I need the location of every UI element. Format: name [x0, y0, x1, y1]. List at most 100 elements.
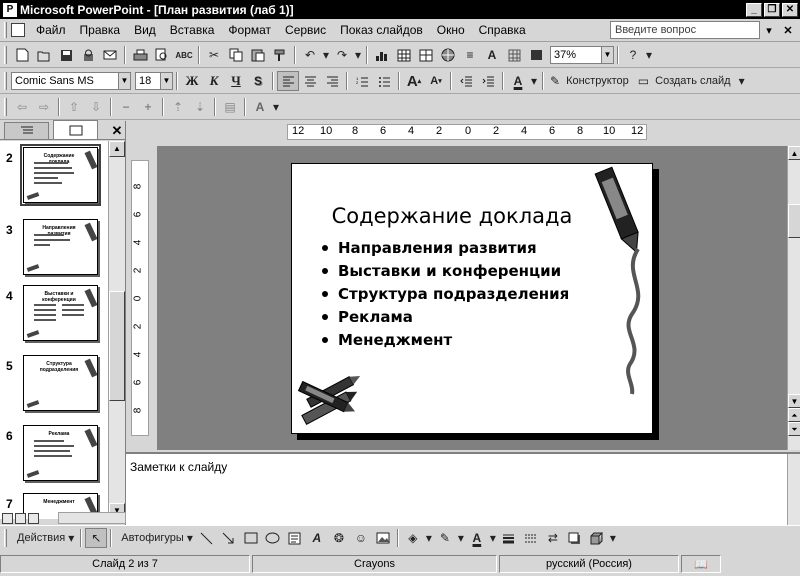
toolbar-grip[interactable] — [4, 98, 7, 116]
help-search-input[interactable]: Введите вопрос — [610, 21, 760, 39]
chevron-down-icon[interactable]: ▾ — [737, 71, 747, 91]
horizontal-scrollbar[interactable] — [58, 512, 126, 524]
color-grayscale-icon[interactable] — [525, 45, 547, 65]
font-color-icon[interactable]: A — [507, 71, 529, 91]
menu-slideshow[interactable]: Показ слайдов — [333, 23, 430, 37]
textbox-icon[interactable] — [284, 528, 306, 548]
slide-bullet-list[interactable]: Направления развития Выставки и конферен… — [322, 236, 569, 351]
wordart-icon[interactable]: A — [306, 528, 328, 548]
slide-scrollbar[interactable]: ▲ ▼ ⏶ ⏷ — [787, 146, 800, 450]
next-slide-icon[interactable]: ⏷ — [788, 422, 800, 436]
chevron-down-icon[interactable]: ▾ — [321, 45, 331, 65]
slide-sorter-view-icon[interactable] — [15, 512, 26, 524]
bullet-item[interactable]: Структура подразделения — [322, 282, 569, 305]
permission-icon[interactable] — [77, 45, 99, 65]
scroll-up-icon[interactable]: ▲ — [788, 146, 800, 160]
design-button[interactable]: ✎ Конструктор — [547, 71, 635, 91]
move-up-icon[interactable]: ⇧ — [63, 97, 85, 117]
align-left-icon[interactable] — [277, 71, 299, 91]
fill-color-icon[interactable]: ◈ — [402, 528, 424, 548]
scroll-down-icon[interactable]: ▼ — [788, 394, 800, 408]
menu-help[interactable]: Справка — [472, 23, 533, 37]
new-icon[interactable] — [11, 45, 33, 65]
new-slide-button[interactable]: ▭ Создать слайд — [635, 71, 737, 91]
chevron-down-icon[interactable]: ▾ — [271, 97, 281, 117]
menu-insert[interactable]: Вставка — [163, 23, 222, 37]
dash-style-icon[interactable] — [520, 528, 542, 548]
bullet-item[interactable]: Выставки и конференции — [322, 259, 569, 282]
insert-hyperlink-icon[interactable] — [437, 45, 459, 65]
arrow-style-icon[interactable]: ⇄ — [542, 528, 564, 548]
thumbnail-slide[interactable]: Реклама — [23, 425, 98, 481]
menu-edit[interactable]: Правка — [73, 23, 128, 37]
shadow-style-icon[interactable] — [564, 528, 586, 548]
shadow-button[interactable]: S — [247, 71, 269, 91]
show-formatting-icon[interactable]: A — [481, 45, 503, 65]
expand-all-icon[interactable]: ⇣ — [189, 97, 211, 117]
document-close-button[interactable]: ✕ — [780, 24, 796, 37]
slideshow-view-icon[interactable] — [28, 512, 39, 524]
summary-slide-icon[interactable]: ▤ — [219, 97, 241, 117]
increase-font-icon[interactable]: A ▴ — [403, 71, 425, 91]
insert-table-icon[interactable] — [393, 45, 415, 65]
redo-icon[interactable]: ↷ — [331, 45, 353, 65]
email-icon[interactable] — [99, 45, 121, 65]
chevron-down-icon[interactable]: ▾ — [456, 528, 466, 548]
select-objects-icon[interactable]: ↖ — [85, 528, 108, 548]
slide-title[interactable]: Содержание доклада — [292, 204, 612, 228]
zoom-select[interactable]: 37% ▼ — [550, 46, 614, 64]
save-icon[interactable] — [55, 45, 77, 65]
toolbar-grip[interactable] — [4, 529, 7, 547]
demote-icon[interactable]: ⇨ — [33, 97, 55, 117]
paste-icon[interactable] — [247, 45, 269, 65]
font-size-select[interactable]: 18 ▼ — [135, 72, 173, 90]
scroll-thumb[interactable] — [788, 204, 800, 238]
document-icon[interactable] — [11, 23, 25, 37]
numbering-icon[interactable]: 12 — [351, 71, 373, 91]
thumbnail-item[interactable]: 4 Выставки и конференции — [0, 285, 108, 345]
line-color-icon[interactable]: ✎ — [434, 528, 456, 548]
menu-file[interactable]: Файл — [29, 23, 73, 37]
diagram-icon[interactable]: ❂ — [328, 528, 350, 548]
arrow-icon[interactable] — [218, 528, 240, 548]
notes-pane[interactable]: Заметки к слайду — [126, 452, 800, 525]
chevron-down-icon[interactable]: ▾ — [608, 528, 618, 548]
cut-icon[interactable]: ✂ — [203, 45, 225, 65]
actions-menu[interactable]: Действия ▾ — [11, 528, 77, 548]
collapse-icon[interactable]: − — [115, 97, 137, 117]
current-slide[interactable]: Содержание доклада Направления развития … — [291, 163, 653, 434]
close-icon[interactable]: ✕ — [109, 123, 125, 139]
show-formatting-outline-icon[interactable]: A — [249, 97, 271, 117]
thumbnail-item[interactable]: 5 Структура подразделения — [0, 355, 108, 415]
thumbnail-slide[interactable]: Содержание доклада — [20, 144, 101, 206]
chevron-down-icon[interactable]: ▾ — [644, 45, 654, 65]
chevron-down-icon[interactable]: ▾ — [762, 24, 776, 37]
scroll-thumb[interactable] — [109, 291, 125, 401]
menu-grip[interactable] — [4, 22, 7, 38]
thumbnail-slide[interactable]: Выставки и конференции — [23, 285, 98, 341]
font-select[interactable]: Comic Sans MS ▼ — [11, 72, 131, 90]
chevron-down-icon[interactable]: ▾ — [353, 45, 363, 65]
picture-icon[interactable] — [372, 528, 394, 548]
thumbnail-slide[interactable]: Направления развития — [23, 219, 98, 275]
increase-indent-icon[interactable] — [477, 71, 499, 91]
bullet-item[interactable]: Менеджмент — [322, 328, 569, 351]
bullets-icon[interactable] — [373, 71, 395, 91]
slide-canvas[interactable]: Содержание доклада Направления развития … — [157, 146, 787, 450]
print-icon[interactable] — [129, 45, 151, 65]
menu-tools[interactable]: Сервис — [278, 23, 333, 37]
promote-icon[interactable]: ⇦ — [11, 97, 33, 117]
notes-placeholder[interactable]: Заметки к слайду — [130, 460, 227, 474]
bold-button[interactable]: Ж — [181, 71, 203, 91]
minimize-button[interactable]: _ — [746, 2, 762, 17]
notes-scrollbar[interactable] — [787, 454, 800, 525]
clipart-icon[interactable]: ☺ — [350, 528, 372, 548]
thumbnail-item[interactable]: 2 Содержание доклада — [0, 144, 108, 207]
menu-view[interactable]: Вид — [127, 23, 163, 37]
menu-format[interactable]: Формат — [221, 23, 278, 37]
tab-outline[interactable] — [4, 122, 49, 139]
copy-icon[interactable] — [225, 45, 247, 65]
toolbar-grip[interactable] — [4, 72, 7, 90]
chevron-down-icon[interactable]: ▾ — [424, 528, 434, 548]
bullet-item[interactable]: Направления развития — [322, 236, 569, 259]
